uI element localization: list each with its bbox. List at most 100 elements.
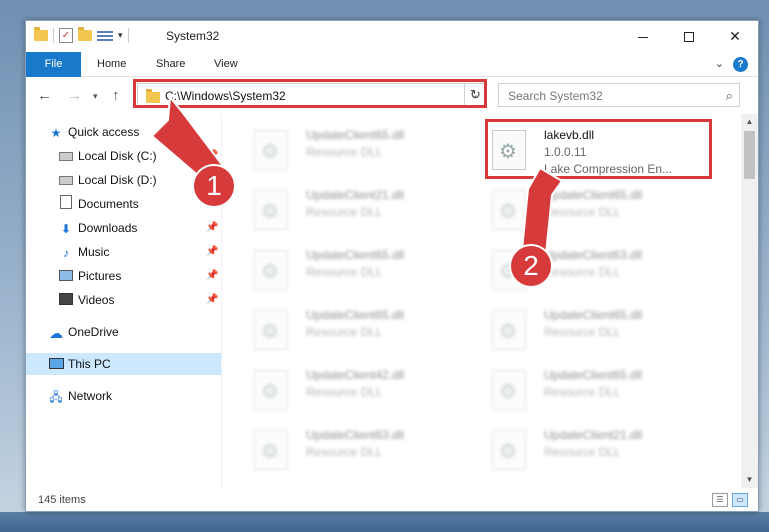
sidebar-item-label: Music bbox=[78, 245, 110, 259]
dll-file-icon bbox=[492, 190, 526, 230]
maximize-icon bbox=[684, 32, 694, 43]
tab-share[interactable]: Share bbox=[156, 52, 185, 77]
item-count: 145 items bbox=[38, 494, 86, 506]
desktop-taskbar-strip bbox=[0, 512, 769, 532]
file-tile[interactable]: UpdateClient42.dll Resource DLL bbox=[248, 362, 478, 420]
sidebar-item-music[interactable]: ♪ Music bbox=[58, 241, 109, 263]
sidebar-item-label: Local Disk (C:) bbox=[78, 149, 157, 163]
annotation-badge-1: 1 bbox=[192, 164, 236, 208]
minimize-button[interactable] bbox=[620, 21, 666, 52]
download-icon: ⬇ bbox=[60, 221, 72, 236]
file-name: UpdateClient65.dll bbox=[544, 368, 643, 382]
pin-icon[interactable]: 📌 bbox=[206, 150, 218, 161]
cloud-icon: ☁ bbox=[49, 324, 63, 341]
sidebar-item-label: This PC bbox=[68, 357, 111, 371]
search-input[interactable]: Search System32 ⌕ bbox=[498, 83, 740, 107]
forward-arrow-icon[interactable]: → bbox=[67, 87, 82, 104]
sidebar-item-label: Pictures bbox=[78, 269, 122, 283]
close-button[interactable]: ✕ bbox=[712, 21, 758, 52]
file-highlight-box bbox=[485, 119, 712, 179]
new-folder-icon[interactable] bbox=[78, 27, 92, 41]
expand-ribbon-icon[interactable]: ⌄ bbox=[715, 57, 724, 70]
file-tile[interactable]: UpdateClient63.dll Resource DLL bbox=[248, 422, 478, 480]
folder-icon bbox=[34, 27, 48, 41]
close-icon: ✕ bbox=[729, 28, 741, 44]
file-type: Resource DLL bbox=[544, 205, 621, 219]
file-type: Resource DLL bbox=[544, 265, 621, 279]
help-icon[interactable]: ? bbox=[733, 57, 748, 72]
tiles-view-icon[interactable]: ▭ bbox=[732, 493, 748, 507]
pin-icon[interactable]: 📌 bbox=[206, 294, 218, 305]
file-tile[interactable]: UpdateClient65.dll Resource DLL bbox=[486, 302, 716, 360]
search-icon[interactable]: ⌕ bbox=[726, 88, 733, 104]
dll-file-icon bbox=[492, 430, 526, 470]
dll-file-icon bbox=[492, 310, 526, 350]
recent-locations-icon[interactable]: ▾ bbox=[93, 91, 98, 102]
tab-home[interactable]: Home bbox=[97, 52, 126, 77]
music-icon: ♪ bbox=[63, 245, 69, 260]
sidebar-item-onedrive[interactable]: ☁ OneDrive bbox=[48, 321, 119, 343]
dll-file-icon bbox=[254, 370, 288, 410]
file-tile[interactable]: UpdateClient65.dll Resource DLL bbox=[248, 242, 478, 300]
dll-file-icon bbox=[254, 310, 288, 350]
tab-file[interactable]: File bbox=[26, 52, 81, 77]
sidebar-item-downloads[interactable]: ⬇ Downloads bbox=[58, 217, 137, 239]
minimize-icon bbox=[638, 36, 648, 38]
file-name: UpdateClient63.dll bbox=[306, 428, 405, 442]
dll-file-icon bbox=[254, 190, 288, 230]
file-type: Resource DLL bbox=[544, 385, 621, 399]
properties-check-icon[interactable]: ✓ bbox=[59, 28, 73, 43]
sidebar-item-this-pc[interactable]: This PC bbox=[26, 353, 221, 375]
sidebar-item-quick-access[interactable]: ★ Quick access bbox=[48, 121, 140, 143]
window-controls: ✕ bbox=[620, 21, 758, 52]
file-tile[interactable]: UpdateClient65.dll Resource DLL bbox=[486, 362, 716, 420]
pictures-icon bbox=[58, 266, 74, 288]
toolbar-separator bbox=[127, 28, 129, 43]
sidebar-item-local-disk-d[interactable]: Local Disk (D:) bbox=[58, 169, 157, 191]
file-tile[interactable]: UpdateClient65.dll Resource DLL bbox=[248, 122, 478, 180]
network-icon: 🖧 bbox=[49, 389, 63, 404]
file-tile[interactable]: UpdateClient65.dll Resource DLL bbox=[248, 302, 478, 360]
navigation-bar: ← → ▾ ↑ C:\Windows\System32 ⌄ ↻ Search S… bbox=[26, 77, 758, 114]
sidebar-item-local-disk-c[interactable]: Local Disk (C:) bbox=[58, 145, 157, 167]
scrollbar-thumb[interactable] bbox=[744, 131, 755, 179]
sidebar-item-videos[interactable]: Videos bbox=[58, 289, 114, 311]
sidebar-item-label: Quick access bbox=[68, 125, 140, 139]
pin-icon[interactable]: 📌 bbox=[206, 246, 218, 257]
sidebar-item-pictures[interactable]: Pictures bbox=[58, 265, 121, 287]
file-tile[interactable]: UpdateClient21.dll Resource DLL bbox=[248, 182, 478, 240]
document-icon bbox=[58, 194, 74, 216]
file-tile[interactable]: UpdateClient65.dll Resource DLL bbox=[486, 182, 716, 240]
customize-toolbar-icon[interactable] bbox=[97, 29, 113, 43]
dll-file-icon bbox=[254, 430, 288, 470]
sidebar-item-label: Network bbox=[68, 389, 113, 403]
drive-icon bbox=[58, 146, 74, 168]
pin-icon[interactable]: 📌 bbox=[206, 270, 218, 281]
pin-icon[interactable]: 📌 bbox=[206, 222, 218, 233]
file-name: UpdateClient63.dll bbox=[544, 248, 643, 262]
drive-icon bbox=[58, 170, 74, 192]
quick-access-toolbar: ✓ ▾ bbox=[34, 27, 129, 43]
file-name: UpdateClient65.dll bbox=[544, 188, 643, 202]
details-view-icon[interactable]: ☰ bbox=[712, 493, 728, 507]
scroll-up-icon[interactable]: ▲ bbox=[741, 114, 758, 130]
vertical-scrollbar[interactable]: ▲ ▼ bbox=[741, 114, 758, 488]
file-type: Resource DLL bbox=[544, 445, 621, 459]
file-type: Resource DLL bbox=[306, 265, 383, 279]
maximize-button[interactable] bbox=[666, 21, 712, 52]
sidebar-item-documents[interactable]: Documents bbox=[58, 193, 139, 215]
file-name: UpdateClient65.dll bbox=[306, 128, 405, 142]
file-name: UpdateClient21.dll bbox=[306, 188, 405, 202]
file-tile[interactable]: UpdateClient21.dll Resource DLL bbox=[486, 422, 716, 480]
tab-view[interactable]: View bbox=[214, 52, 238, 77]
toolbar-dropdown-icon[interactable]: ▾ bbox=[118, 30, 123, 41]
ribbon-tabs: File Home Share View ⌄ ? bbox=[26, 52, 758, 77]
up-arrow-icon[interactable]: ↑ bbox=[112, 87, 120, 104]
back-arrow-icon[interactable]: ← bbox=[37, 87, 52, 104]
scroll-down-icon[interactable]: ▼ bbox=[741, 472, 758, 488]
dll-file-icon bbox=[254, 250, 288, 290]
sidebar-item-label: Documents bbox=[78, 197, 139, 211]
sidebar-item-network[interactable]: 🖧 Network bbox=[48, 385, 112, 407]
file-name: UpdateClient65.dll bbox=[306, 248, 405, 262]
window-title: System32 bbox=[166, 29, 220, 43]
